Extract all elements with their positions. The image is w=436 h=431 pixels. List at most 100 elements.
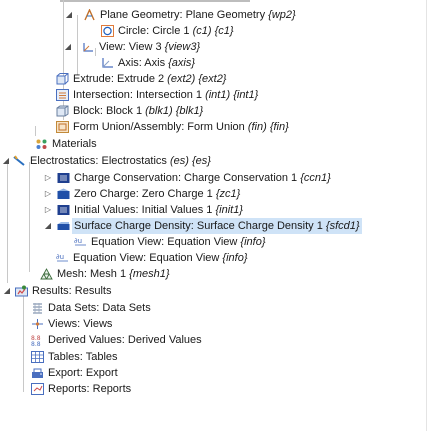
tree-node-extrude[interactable]: Extrude: Extrude 2 (ext2) {ext2} bbox=[0, 71, 426, 87]
reports-icon bbox=[31, 383, 44, 395]
collapse-toggle-icon[interactable]: ◢ bbox=[43, 218, 53, 234]
tree-node-label: Derived Values: Derived Values bbox=[46, 332, 204, 348]
collapse-toggle-icon[interactable]: ◢ bbox=[2, 283, 12, 299]
mesh-icon bbox=[40, 268, 53, 280]
tree-node-surface-charge-density[interactable]: ◢ Surface Charge Density: Surface Charge … bbox=[0, 218, 426, 234]
tree-node-label: Mesh: Mesh 1 {mesh1} bbox=[55, 266, 172, 282]
surface-charge-density-icon bbox=[57, 220, 70, 232]
node-name: Derived Values: Derived Values bbox=[48, 334, 202, 346]
tree-node-view[interactable]: ◢ View: View 3 {view3} bbox=[0, 39, 426, 55]
results-icon bbox=[15, 285, 28, 297]
node-tag: {info} bbox=[222, 252, 248, 264]
node-name: Zero Charge: Zero Charge 1 bbox=[74, 188, 216, 200]
tree-node-intersection[interactable]: Intersection: Intersection 1 (int1) {int… bbox=[0, 87, 426, 103]
tree-node-reports[interactable]: Reports: Reports bbox=[0, 381, 426, 397]
tree-node-label: Block: Block 1 (blk1) {blk1} bbox=[71, 103, 205, 119]
tree-node-mesh[interactable]: Mesh: Mesh 1 {mesh1} bbox=[0, 266, 426, 282]
view-icon bbox=[82, 41, 95, 53]
node-name: Plane Geometry: Plane Geometry bbox=[100, 9, 269, 21]
node-name: Initial Values: Initial Values 1 bbox=[74, 204, 216, 216]
electrostatics-icon bbox=[13, 155, 26, 167]
intersection-icon bbox=[56, 89, 69, 101]
equation-view-icon: ∂u bbox=[74, 236, 87, 248]
tree-node-label: Form Union/Assembly: Form Union (fin) {f… bbox=[71, 119, 291, 135]
tree-node-label: Reports: Reports bbox=[46, 381, 133, 397]
node-name: Block: Block 1 bbox=[73, 105, 146, 117]
node-name: Reports: Reports bbox=[48, 383, 132, 395]
expand-toggle-icon[interactable]: ▷ bbox=[43, 170, 53, 186]
tree-node-export[interactable]: Export: Export bbox=[0, 365, 426, 381]
materials-icon bbox=[35, 138, 48, 150]
node-name: Export: Export bbox=[48, 367, 118, 379]
zero-charge-icon bbox=[57, 188, 70, 200]
node-name: Mesh: Mesh 1 bbox=[57, 268, 130, 280]
expand-toggle-icon[interactable]: ▷ bbox=[43, 202, 53, 218]
tree-node-label: Equation View: Equation View {info} bbox=[71, 250, 250, 266]
tree-node-results[interactable]: ◢ Results: Results bbox=[0, 283, 426, 299]
tree-node-label: Initial Values: Initial Values 1 {init1} bbox=[72, 202, 245, 218]
node-tag: {wp2} bbox=[268, 9, 296, 21]
tree-node-electrostatics[interactable]: ◢ Electrostatics: Electrostatics (es) {es… bbox=[0, 153, 426, 169]
tree-node-label: Electrostatics: Electrostatics (es) {es} bbox=[28, 153, 213, 169]
tree-node-equation-view[interactable]: ∂u Equation View: Equation View {info} bbox=[0, 250, 426, 266]
tree-node-label: Intersection: Intersection 1 (int1) {int… bbox=[71, 87, 260, 103]
tree-node-charge-conservation[interactable]: ▷ Charge Conservation: Charge Conservatio… bbox=[0, 170, 426, 186]
clipped-top-row bbox=[60, 0, 250, 2]
collapse-toggle-icon[interactable]: ◢ bbox=[63, 39, 73, 55]
tree-node-label: Circle: Circle 1 (c1) {c1} bbox=[116, 23, 236, 39]
circle-icon bbox=[101, 25, 114, 37]
tree-node-materials[interactable]: Materials bbox=[0, 136, 426, 152]
node-name: Charge Conservation: Charge Conservation… bbox=[74, 172, 301, 184]
tables-icon bbox=[31, 351, 44, 363]
node-tag: (ext2) {ext2} bbox=[167, 73, 227, 85]
axis-icon bbox=[101, 57, 114, 69]
tree-node-plane-geometry[interactable]: ◢ Plane Geometry: Plane Geometry {wp2} bbox=[0, 7, 426, 23]
tree-node-form-union[interactable]: Form Union/Assembly: Form Union (fin) {f… bbox=[0, 119, 426, 135]
tree-node-label: Materials bbox=[50, 136, 99, 152]
tree-node-equation-view[interactable]: ∂u Equation View: Equation View {info} bbox=[0, 234, 426, 250]
tree-node-block[interactable]: Block: Block 1 (blk1) {blk1} bbox=[0, 103, 426, 119]
collapse-toggle-icon[interactable]: ◢ bbox=[64, 7, 74, 23]
node-name: Equation View: Equation View bbox=[73, 252, 223, 264]
node-name: Surface Charge Density: Surface Charge D… bbox=[74, 220, 326, 232]
collapse-toggle-icon[interactable]: ◢ bbox=[1, 153, 11, 169]
scrollbar-track[interactable] bbox=[426, 0, 427, 431]
node-name: Axis: Axis bbox=[118, 57, 169, 69]
tree-node-circle[interactable]: Circle: Circle 1 (c1) {c1} bbox=[0, 23, 426, 39]
tree-node-label: Views: Views bbox=[46, 316, 114, 332]
tree-node-label: Charge Conservation: Charge Conservation… bbox=[72, 170, 333, 186]
tree-node-data-sets[interactable]: Data Sets: Data Sets bbox=[0, 300, 426, 316]
node-tag: (int1) {int1} bbox=[205, 89, 259, 101]
export-icon bbox=[31, 367, 44, 379]
tree-node-initial-values[interactable]: ▷ Initial Values: Initial Values 1 {init1… bbox=[0, 202, 426, 218]
tree-node-label: Surface Charge Density: Surface Charge D… bbox=[72, 218, 362, 234]
node-tag: (blk1) {blk1} bbox=[145, 105, 204, 117]
tree-node-label: Equation View: Equation View {info} bbox=[89, 234, 268, 250]
node-tag: (es) {es} bbox=[170, 155, 211, 167]
extrude-icon bbox=[56, 73, 69, 85]
tree-node-label: Zero Charge: Zero Charge 1 {zc1} bbox=[72, 186, 242, 202]
expand-toggle-icon[interactable]: ▷ bbox=[43, 186, 53, 202]
tree-node-label: Plane Geometry: Plane Geometry {wp2} bbox=[98, 7, 298, 23]
node-name: Tables: Tables bbox=[48, 351, 118, 363]
svg-text:∂u: ∂u bbox=[56, 253, 64, 261]
tree-node-label: Axis: Axis {axis} bbox=[116, 55, 197, 71]
tree-node-label: Results: Results bbox=[30, 283, 113, 299]
node-tag: {axis} bbox=[168, 57, 196, 69]
tree-node-label: Data Sets: Data Sets bbox=[46, 300, 153, 316]
initial-values-icon bbox=[57, 204, 70, 216]
form-union-icon bbox=[56, 121, 69, 133]
tree-node-label: Export: Export bbox=[46, 365, 120, 381]
node-name: Results: Results bbox=[32, 285, 112, 297]
tree-node-tables[interactable]: Tables: Tables bbox=[0, 349, 426, 365]
views-icon bbox=[31, 318, 44, 330]
tree-node-zero-charge[interactable]: ▷ Zero Charge: Zero Charge 1 {zc1} bbox=[0, 186, 426, 202]
node-name: Data Sets: Data Sets bbox=[48, 302, 151, 314]
tree-node-views[interactable]: Views: Views bbox=[0, 316, 426, 332]
data-sets-icon bbox=[31, 302, 44, 314]
tree-node-derived-values[interactable]: 8.8 8.8 Derived Values: Derived Values bbox=[0, 332, 426, 348]
node-name: Form Union/Assembly: Form Union bbox=[73, 121, 248, 133]
node-tag: {info} bbox=[240, 236, 266, 248]
tree-node-axis[interactable]: Axis: Axis {axis} bbox=[0, 55, 426, 71]
node-tag: (c1) {c1} bbox=[192, 25, 234, 37]
